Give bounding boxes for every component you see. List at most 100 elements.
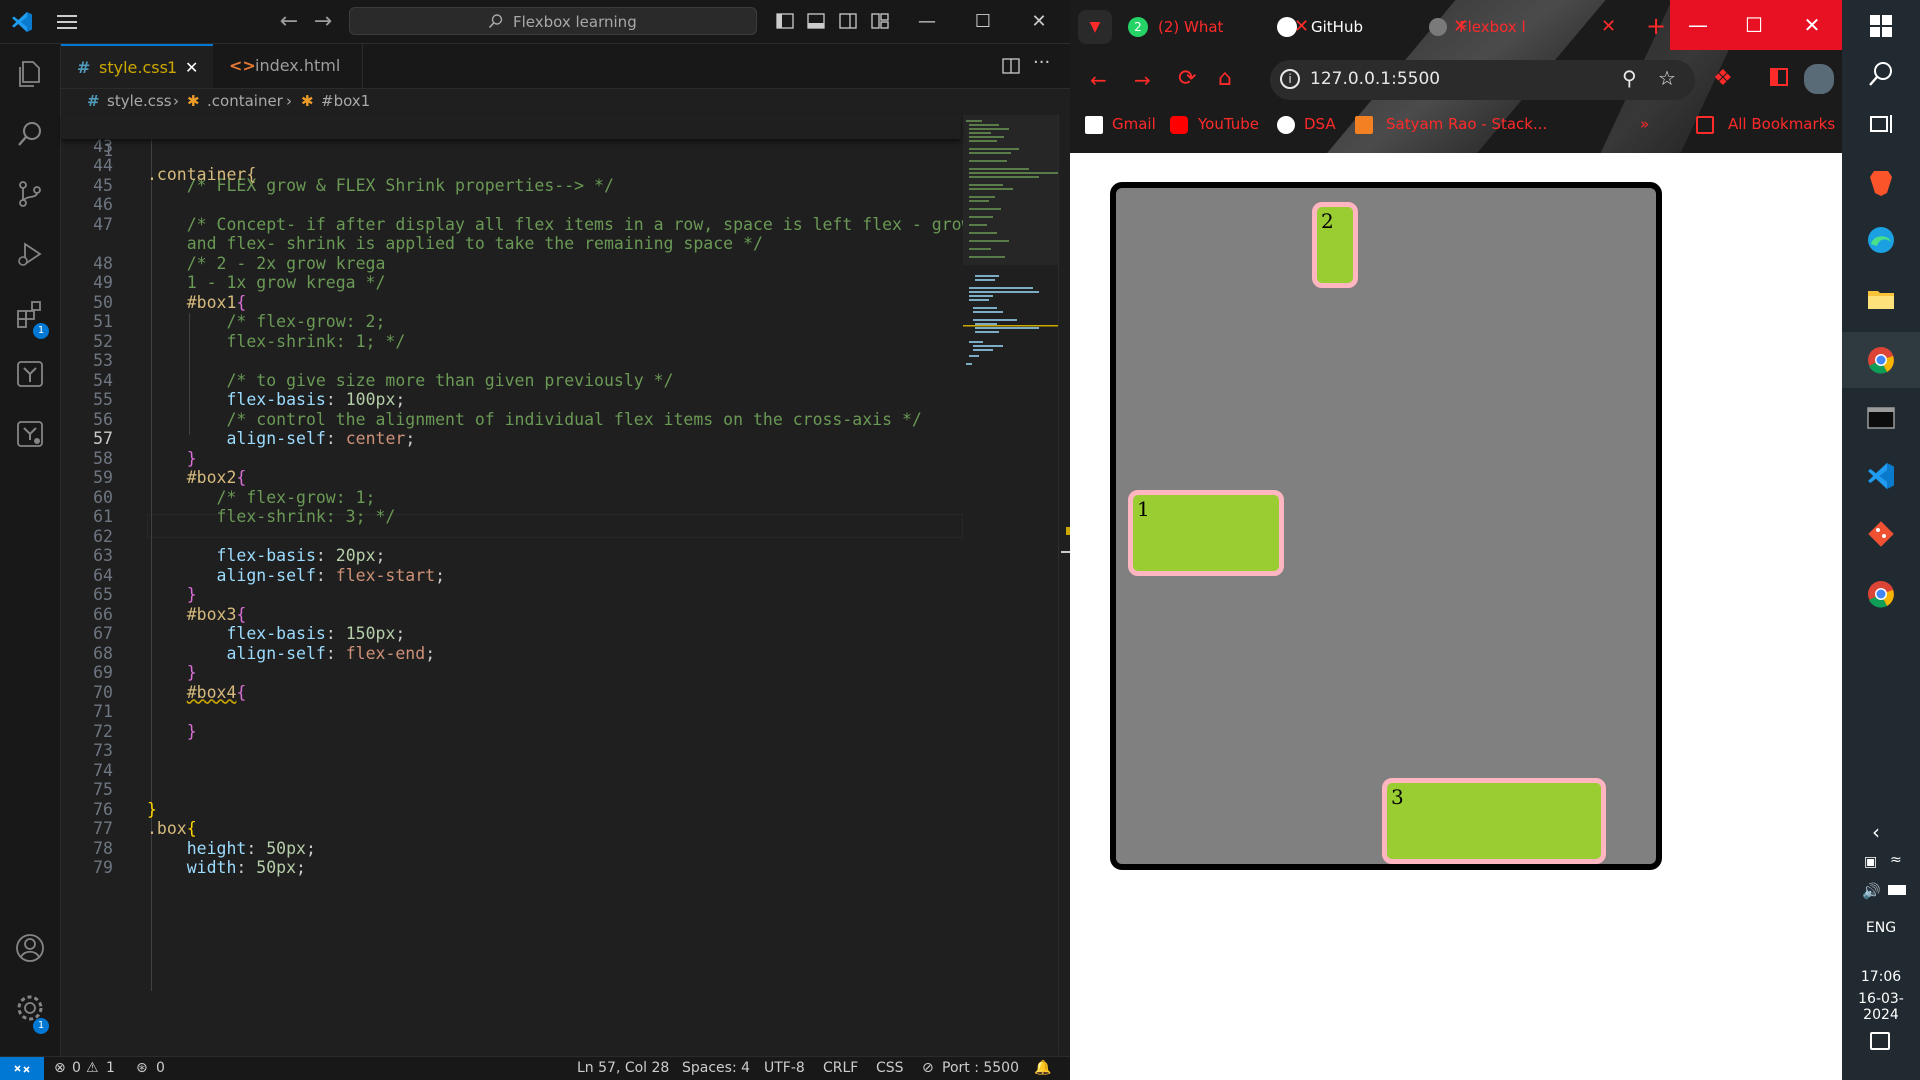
clock-date[interactable]: 16-03-2024 xyxy=(1842,991,1920,1023)
meet-now-icon[interactable]: ▣ xyxy=(1864,854,1877,870)
bookmark-star-icon[interactable]: ☆ xyxy=(1658,66,1676,90)
explorer-icon[interactable] xyxy=(14,58,46,90)
bookmark-gmail[interactable]: Gmail xyxy=(1112,115,1156,133)
reload-icon[interactable]: ⟳ xyxy=(1178,66,1196,91)
minimap[interactable] xyxy=(963,115,1058,1055)
encoding[interactable]: UTF-8 xyxy=(764,1060,805,1076)
ports-count[interactable]: 0 xyxy=(156,1060,165,1076)
clock-time[interactable]: 17:06 xyxy=(1842,969,1920,985)
close-tab-icon[interactable]: ✕ xyxy=(185,46,198,90)
tab-title: Flexbox l xyxy=(1459,18,1526,36)
file-explorer-icon[interactable] xyxy=(1865,282,1897,314)
battery-icon[interactable] xyxy=(1888,885,1906,895)
close-tab-icon[interactable]: ✕ xyxy=(1601,10,1616,44)
run-debug-icon[interactable] xyxy=(14,238,46,270)
tab-flexbox[interactable]: Flexbox l ✕ xyxy=(1429,10,1619,44)
windows-start-icon[interactable] xyxy=(1865,10,1897,42)
breadcrumb-symbol[interactable]: #box1 xyxy=(321,92,370,110)
breadcrumb-selector[interactable]: .container xyxy=(207,92,283,110)
indentation[interactable]: Spaces: 4 xyxy=(682,1060,750,1076)
profile-avatar[interactable] xyxy=(1802,62,1836,96)
breadcrumb-file[interactable]: style.css xyxy=(107,92,172,110)
sticky-scroll-line[interactable]: 1 .container{ xyxy=(61,115,961,184)
toggle-secondary-sidebar-icon[interactable] xyxy=(838,11,858,31)
tab-style-css[interactable]: # style.css 1 ✕ xyxy=(61,44,213,88)
symbol-class-icon: ✱ xyxy=(187,92,200,110)
warning-count[interactable]: 1 xyxy=(106,1060,115,1076)
menu-icon[interactable] xyxy=(55,12,79,32)
warning-icon[interactable]: ⚠ xyxy=(86,1060,99,1076)
forward-arrow-icon[interactable]: → xyxy=(310,9,336,35)
site-info-icon[interactable]: i xyxy=(1280,69,1300,89)
forward-icon[interactable]: → xyxy=(1134,68,1151,92)
code-editor[interactable]: 1 .container{ 42 } */434445 /* FLEX grow… xyxy=(61,115,1070,1055)
remote-explorer-icon[interactable] xyxy=(14,418,46,450)
brave-icon[interactable] xyxy=(1865,166,1897,198)
toggle-primary-sidebar-icon[interactable] xyxy=(775,11,795,31)
bookmark-all[interactable]: All Bookmarks xyxy=(1728,115,1835,133)
live-server-port[interactable]: Port : 5500 xyxy=(942,1060,1019,1076)
home-icon[interactable]: ⌂ xyxy=(1218,66,1232,91)
symbol-class-icon: ✱ xyxy=(301,92,314,110)
bookmark-youtube[interactable]: YouTube xyxy=(1198,115,1259,133)
remote-indicator[interactable] xyxy=(0,1057,44,1080)
vscode-window: ← → Flexbox learning — ☐ ✕ 1 1 # style.c… xyxy=(0,0,1070,1080)
remote-tree-icon[interactable] xyxy=(14,358,46,390)
maximize-button[interactable]: ☐ xyxy=(966,8,1000,36)
new-tab-plus-icon[interactable]: + xyxy=(1646,12,1666,40)
editor-scrollbar[interactable] xyxy=(1058,115,1070,1055)
more-actions-icon[interactable]: ··· xyxy=(1033,52,1050,73)
back-arrow-icon[interactable]: ← xyxy=(276,9,302,35)
accounts-icon[interactable] xyxy=(14,932,46,964)
edge-icon[interactable] xyxy=(1865,224,1897,256)
notifications-bell-icon[interactable]: 🔔 xyxy=(1034,1060,1051,1076)
errors-icon[interactable]: ⊗ xyxy=(54,1060,66,1076)
tab-title: (2) What xyxy=(1158,18,1224,36)
language-mode[interactable]: CSS xyxy=(876,1060,904,1076)
minimize-button[interactable]: — xyxy=(910,8,944,36)
gmail-icon xyxy=(1085,116,1103,134)
tab-search-icon[interactable]: ▼ xyxy=(1078,10,1112,44)
title-bar: ← → Flexbox learning — ☐ ✕ xyxy=(0,0,1070,44)
side-panel-icon[interactable] xyxy=(1770,68,1788,86)
wifi-icon[interactable]: ≈ xyxy=(1890,852,1902,868)
customize-layout-icon[interactable] xyxy=(870,11,890,31)
browser-minimize-button[interactable]: — xyxy=(1670,0,1726,50)
toggle-panel-icon[interactable] xyxy=(806,11,826,31)
address-bar[interactable]: i 127.0.0.1:5500 ⚲ ☆ xyxy=(1270,60,1695,100)
source-control-icon[interactable] xyxy=(14,178,46,210)
code-line[interactable]: 79 width: 50px; xyxy=(61,856,961,880)
github-icon xyxy=(1277,17,1297,37)
taskbar-search-icon[interactable] xyxy=(1865,58,1897,90)
git-icon[interactable] xyxy=(1865,518,1897,550)
back-icon[interactable]: ← xyxy=(1090,68,1107,92)
command-center-search[interactable]: Flexbox learning xyxy=(349,7,757,35)
bookmark-stackoverflow[interactable]: Satyam Rao - Stack... xyxy=(1386,115,1547,133)
show-hidden-icons-chevron-icon[interactable]: ‹ xyxy=(1872,820,1880,844)
browser-menu-icon[interactable]: ⋮ xyxy=(1834,64,1842,88)
volume-icon[interactable]: 🔊 xyxy=(1862,882,1881,900)
split-editor-icon[interactable] xyxy=(1001,56,1021,76)
vscode-taskbar-icon[interactable] xyxy=(1865,460,1897,492)
chrome-icon[interactable] xyxy=(1865,344,1897,376)
notification-center-icon[interactable] xyxy=(1870,1032,1890,1050)
extensions-puzzle-icon[interactable]: ❖ xyxy=(1713,66,1733,91)
input-language[interactable]: ENG xyxy=(1842,920,1920,936)
zoom-icon[interactable]: ⚲ xyxy=(1622,66,1637,90)
line-ending[interactable]: CRLF xyxy=(823,1060,858,1076)
bookmark-dsa[interactable]: DSA xyxy=(1304,115,1336,133)
error-count[interactable]: 0 xyxy=(72,1060,81,1076)
tab-index-html[interactable]: <> index.html xyxy=(213,44,363,88)
url-text: 127.0.0.1:5500 xyxy=(1310,69,1441,89)
html-file-icon: <> xyxy=(229,56,256,75)
task-view-icon[interactable] xyxy=(1865,108,1897,140)
terminal-icon[interactable] xyxy=(1865,402,1897,434)
browser-close-button[interactable]: ✕ xyxy=(1782,0,1842,50)
browser-maximize-button[interactable]: ☐ xyxy=(1726,0,1782,50)
ports-icon[interactable]: ⊛ xyxy=(136,1060,148,1076)
close-window-button[interactable]: ✕ xyxy=(1022,8,1056,36)
search-sidebar-icon[interactable] xyxy=(14,118,46,150)
more-bookmarks-icon[interactable]: » xyxy=(1640,115,1649,133)
chrome-profile-icon[interactable] xyxy=(1865,578,1897,610)
cursor-position[interactable]: Ln 57, Col 28 xyxy=(577,1060,669,1076)
